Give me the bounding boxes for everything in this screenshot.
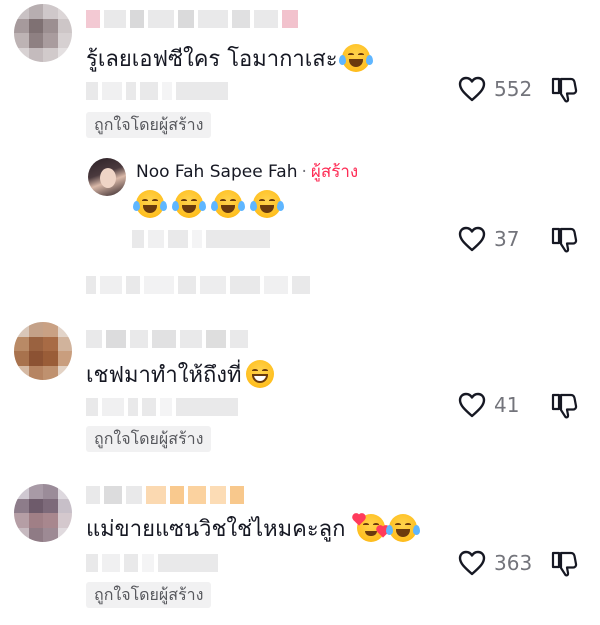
comment-text: เชฟมาทำให้ถึงที่ — [86, 360, 274, 391]
view-replies-blurred[interactable] — [86, 276, 310, 294]
comment-3: แม่ขายแซนวิชใช่ไหมคะลูก ถูกใจโดยผู้สร้าง… — [0, 474, 600, 624]
face-with-tears-of-joy-icon — [250, 190, 284, 218]
face-with-tears-of-joy-icon — [172, 190, 206, 218]
username-blurred[interactable] — [86, 330, 248, 348]
smiling-face-with-hearts-icon — [353, 514, 390, 542]
like-button[interactable]: 37 — [458, 226, 519, 252]
timestamp-blurred — [86, 554, 218, 572]
liked-by-creator-badge: ถูกใจโดยผู้สร้าง — [86, 112, 212, 138]
like-count: 552 — [494, 77, 533, 101]
creator-badge: ผู้สร้าง — [310, 162, 359, 182]
face-with-tears-of-joy-icon — [338, 44, 373, 72]
heart-outline-icon — [458, 76, 486, 102]
face-with-tears-of-joy-icon — [133, 190, 167, 218]
reply-emoji-text — [132, 190, 284, 221]
timestamp-blurred — [86, 82, 228, 100]
comment-2: เชฟมาทำให้ถึงที่ ถูกใจโดยผู้สร้าง 41 — [0, 318, 600, 460]
username-blurred[interactable] — [86, 486, 244, 504]
face-with-tears-of-joy-icon — [386, 514, 421, 542]
like-count: 37 — [494, 227, 520, 251]
avatar[interactable] — [14, 484, 72, 542]
heart-outline-icon — [458, 392, 486, 418]
avatar[interactable] — [14, 322, 72, 380]
heart-outline-icon — [458, 550, 486, 576]
avatar[interactable] — [14, 4, 72, 62]
comment-text: รู้เลยเอฟซีใคร โอมากาเสะ — [86, 44, 373, 75]
comment-text: แม่ขายแซนวิชใช่ไหมคะลูก — [86, 514, 421, 545]
like-button[interactable]: 41 — [458, 392, 519, 418]
like-button[interactable]: 363 — [458, 550, 532, 576]
author-name: Noo Fah Sapee Fah — [136, 162, 298, 182]
thumbs-down-icon[interactable] — [550, 226, 578, 254]
face-with-tears-of-joy-icon — [211, 190, 245, 218]
like-button[interactable]: 552 — [458, 76, 532, 102]
timestamp-blurred — [86, 398, 238, 416]
reply-comment: Noo Fah Sapee Fah · ผู้สร้าง 37 — [0, 150, 600, 260]
liked-by-creator-badge: ถูกใจโดยผู้สร้าง — [86, 582, 212, 608]
thumbs-down-icon[interactable] — [550, 76, 578, 104]
like-count: 41 — [494, 393, 520, 417]
heart-outline-icon — [458, 226, 486, 252]
grinning-face-icon — [245, 360, 274, 388]
liked-by-creator-badge: ถูกใจโดยผู้สร้าง — [86, 426, 212, 452]
reply-author[interactable]: Noo Fah Sapee Fah · ผู้สร้าง — [136, 160, 358, 184]
like-count: 363 — [494, 551, 533, 575]
thumbs-down-icon[interactable] — [550, 550, 578, 578]
comment-1: รู้เลยเอฟซีใคร โอมากาเสะ ถูกใจโดยผู้สร้า… — [0, 0, 600, 150]
thumbs-down-icon[interactable] — [550, 392, 578, 420]
timestamp-blurred — [132, 230, 270, 248]
avatar[interactable] — [88, 158, 126, 196]
username-blurred[interactable] — [86, 10, 298, 28]
